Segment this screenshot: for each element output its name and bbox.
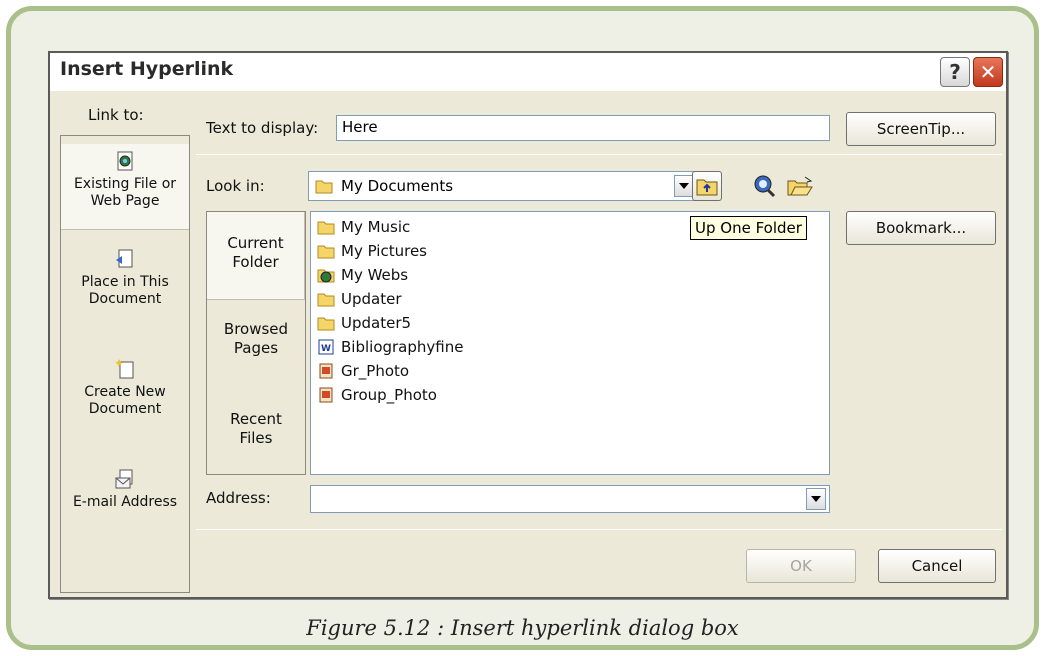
link-to-label: Link to: xyxy=(88,106,144,124)
folder-icon xyxy=(317,293,335,307)
link-create-line2: Document xyxy=(88,401,162,417)
up-one-folder-icon xyxy=(696,179,718,196)
address-input[interactable] xyxy=(310,485,830,513)
figure-caption: Figure 5.12 : Insert hyperlink dialog bo… xyxy=(306,616,739,640)
file-name: My Music xyxy=(341,218,411,236)
tab-browsed-line2: Pages xyxy=(233,339,279,357)
link-email-address[interactable]: E-mail Address xyxy=(61,468,189,528)
link-place-line1: Place in This xyxy=(81,274,169,290)
link-to-bar: Existing File or Web Page Place in This … xyxy=(60,135,190,593)
browse-file-icon xyxy=(787,176,813,196)
title-bar: Insert Hyperlink ? ✕ xyxy=(50,53,1006,91)
browse-file-button[interactable] xyxy=(784,171,816,201)
text-to-display-input[interactable]: Here xyxy=(336,115,830,141)
divider-top xyxy=(196,154,1002,155)
list-item[interactable]: My Music xyxy=(317,216,410,238)
tab-current-line1: Current xyxy=(227,234,284,252)
image-file-icon xyxy=(319,363,333,379)
list-item[interactable]: Updater xyxy=(317,288,402,310)
look-in-value: My Documents xyxy=(341,177,454,195)
link-place-in-document[interactable]: Place in This Document xyxy=(61,248,189,328)
tab-recent-line2: Files xyxy=(239,429,273,447)
close-button[interactable]: ✕ xyxy=(973,57,1003,87)
help-button[interactable]: ? xyxy=(940,57,970,87)
link-existing-line1: Existing File or xyxy=(73,176,177,192)
insert-hyperlink-dialog: Insert Hyperlink ? ✕ Link to: Existing F… xyxy=(48,51,1008,599)
svg-text:W: W xyxy=(321,344,331,354)
folder-icon xyxy=(317,245,335,259)
document-place-icon xyxy=(116,249,133,268)
list-item[interactable]: My Webs xyxy=(317,264,408,286)
file-name: Group_Photo xyxy=(341,386,437,404)
link-place-line2: Document xyxy=(88,291,162,307)
image-file-icon xyxy=(319,387,333,403)
look-in-label: Look in: xyxy=(206,177,265,195)
look-in-dropdown-arrow[interactable] xyxy=(674,175,694,197)
tab-browsed-line1: Browsed xyxy=(223,320,289,338)
dialog-title: Insert Hyperlink xyxy=(60,58,234,80)
list-item[interactable]: Updater5 xyxy=(317,312,411,334)
link-create-new[interactable]: Create New Document xyxy=(61,358,189,438)
chevron-down-icon xyxy=(679,183,689,189)
address-label: Address: xyxy=(206,489,271,507)
folder-icon xyxy=(315,180,333,194)
file-list[interactable]: My Music My Pictures My Webs Updater Upd… xyxy=(310,211,830,475)
search-web-icon xyxy=(754,175,776,198)
link-create-line1: Create New xyxy=(84,384,166,400)
tab-current-folder[interactable]: Current Folder xyxy=(207,212,305,300)
cancel-button[interactable]: Cancel xyxy=(878,549,996,583)
word-doc-icon: W xyxy=(318,339,334,355)
address-dropdown-arrow[interactable] xyxy=(806,488,826,510)
file-name: My Webs xyxy=(341,266,409,284)
look-in-tabs: Current Folder Browsed Pages Recent File… xyxy=(206,211,306,475)
list-item[interactable]: Group_Photo xyxy=(317,384,437,406)
up-one-folder-button[interactable] xyxy=(692,171,722,201)
tab-browsed-pages[interactable]: Browsed Pages xyxy=(207,320,305,380)
file-name: Gr_Photo xyxy=(341,362,410,380)
search-web-button[interactable] xyxy=(748,171,780,201)
folder-icon xyxy=(317,317,335,331)
tab-current-line2: Folder xyxy=(232,253,279,271)
link-existing-file[interactable]: Existing File or Web Page xyxy=(61,144,189,230)
tab-recent-line1: Recent xyxy=(230,410,282,428)
text-to-display-label: Text to display: xyxy=(206,119,319,137)
list-item[interactable]: Gr_Photo xyxy=(317,360,409,382)
tab-recent-files[interactable]: Recent Files xyxy=(207,410,305,470)
link-existing-line2: Web Page xyxy=(90,193,160,209)
divider-bottom xyxy=(196,529,1002,530)
file-name: Updater5 xyxy=(341,314,412,332)
folder-icon xyxy=(317,221,335,235)
web-file-icon xyxy=(117,151,133,171)
screentip-button[interactable]: ScreenTip... xyxy=(846,112,996,146)
file-name: Updater xyxy=(341,290,402,308)
file-name: Bibliographyfine xyxy=(341,338,464,356)
link-email-line1: E-mail Address xyxy=(72,494,178,510)
ok-button[interactable]: OK xyxy=(746,549,856,583)
bookmark-button[interactable]: Bookmark... xyxy=(846,211,996,245)
chevron-down-icon xyxy=(811,496,821,502)
email-icon xyxy=(115,469,133,489)
up-one-folder-tooltip: Up One Folder xyxy=(690,216,807,240)
file-name: My Pictures xyxy=(341,242,427,260)
webs-folder-icon xyxy=(317,269,335,283)
new-document-icon xyxy=(115,359,134,379)
list-item[interactable]: W Bibliographyfine xyxy=(317,336,463,358)
list-item[interactable]: My Pictures xyxy=(317,240,427,262)
look-in-combobox[interactable]: My Documents xyxy=(308,171,698,201)
